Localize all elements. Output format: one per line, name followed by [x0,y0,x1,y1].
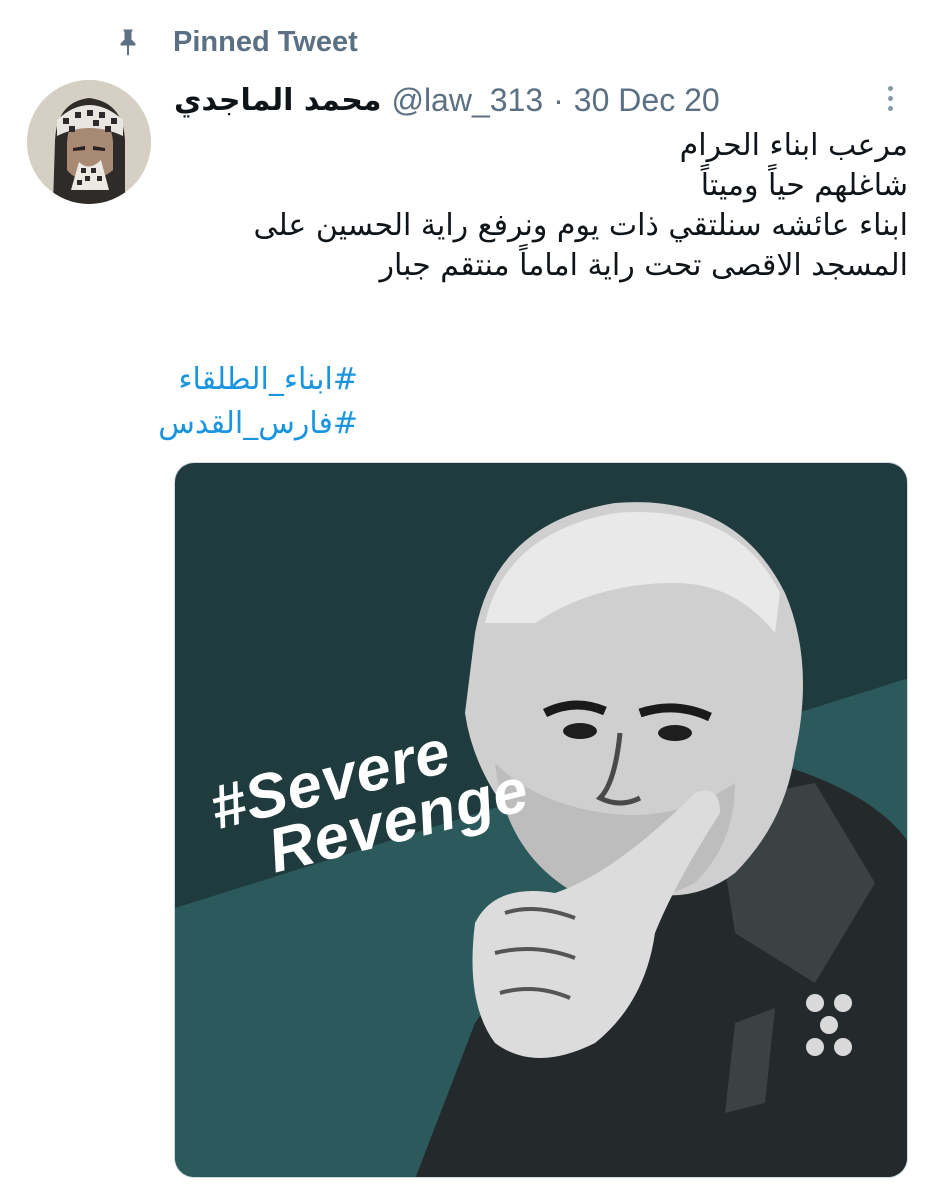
hashtag-link[interactable]: #فارس_القدس [158,402,358,446]
user-handle[interactable]: @law_313 [391,82,543,119]
tweet-card: Pinned Tweet محمد الماجدي @law_313 · 30 … [0,0,935,1200]
hashtag-link[interactable]: #ابناء_الطلقاء [174,358,358,402]
tweet-header: محمد الماجدي @law_313 · 30 Dec 20 [174,78,720,122]
more-dot-icon [887,85,893,91]
pin-icon [120,29,136,56]
tweet-line: ابناء عائشه سنلتقي ذات يوم ونرفع راية ال… [253,208,908,243]
tweet-media-image[interactable]: #Severe Revenge [174,462,908,1178]
hashtag-list: #ابناء_الطلقاء #فارس_القدس [158,358,358,446]
tweet-line: مرعب ابناء الحرام [679,128,908,163]
avatar-image [27,80,151,204]
pinned-label: Pinned Tweet [173,25,358,58]
tweet-text: مرعب ابناء الحرام شاغلهم حياً وميتاً ابن… [174,126,908,286]
more-dot-icon [887,95,893,101]
display-name[interactable]: محمد الماجدي [174,83,381,118]
separator: · [553,81,564,118]
tweet-date[interactable]: 30 Dec 20 [574,82,720,119]
more-options-button[interactable] [872,80,908,116]
pinned-indicator: Pinned Tweet [113,22,358,62]
tweet-line: المسجد الاقصى تحت راية اماماً منتقم جبار [379,248,908,283]
tweet-line: شاغلهم حياً وميتاً [700,168,908,203]
avatar[interactable] [27,80,151,204]
more-dot-icon [887,105,893,111]
